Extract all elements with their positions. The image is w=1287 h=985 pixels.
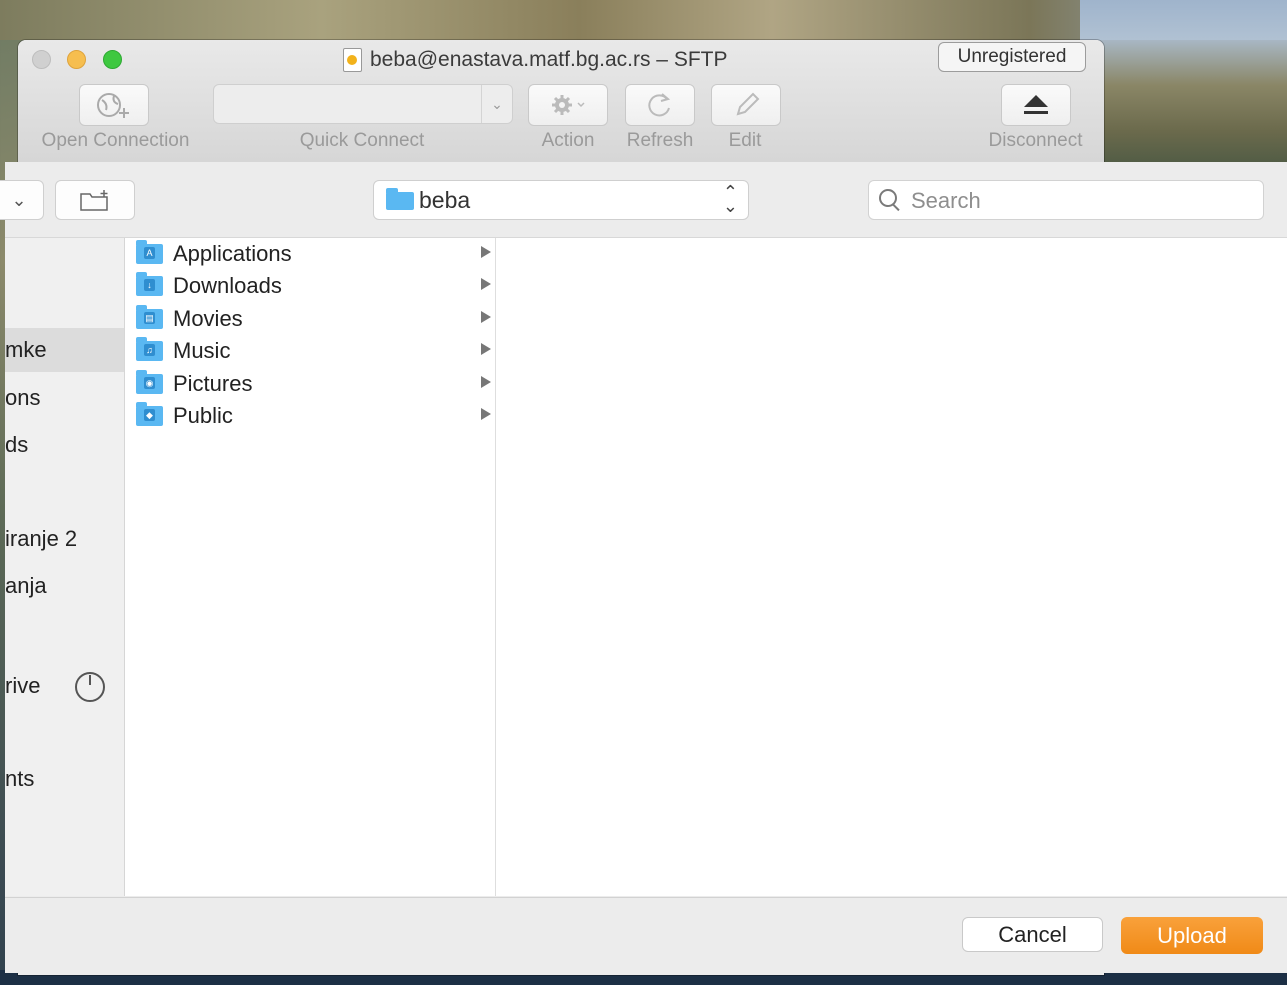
sidebar-item[interactable]: rive: [5, 664, 124, 708]
sidebar-item-label: mke: [5, 337, 47, 362]
disconnect-button[interactable]: [1001, 84, 1071, 126]
window-titlebar: beba@enastava.matf.bg.ac.rs – SFTP Unreg…: [18, 40, 1104, 163]
upload-button[interactable]: Upload: [1121, 917, 1263, 954]
unregistered-button[interactable]: Unregistered: [938, 42, 1086, 72]
folder-row-pictures[interactable]: ◉ Pictures: [125, 368, 495, 400]
folder-name: Public: [173, 403, 233, 428]
path-popup-button[interactable]: beba ⌃ ⌄: [373, 180, 749, 220]
applications-folder-icon: A: [136, 240, 163, 264]
search-field[interactable]: [868, 180, 1264, 220]
applications-glyph: A: [144, 247, 155, 259]
window-title-text: beba@enastava.matf.bg.ac.rs – SFTP: [370, 48, 728, 71]
globe-plus-icon: [97, 93, 129, 118]
sidebar: mke ons ds iranje 2 anja rive nts: [5, 238, 125, 896]
movies-glyph: ▤: [144, 312, 155, 324]
sidebar-item-label: nts: [5, 766, 35, 791]
document-icon: [343, 48, 362, 72]
up-down-chevron-icon: ⌃ ⌄: [722, 182, 738, 216]
disconnect-label: Disconnect: [988, 130, 1083, 151]
sidebar-item-label: iranje 2: [5, 526, 78, 551]
folder-name: Music: [173, 338, 231, 363]
folder-row-applications[interactable]: A Applications: [125, 238, 495, 270]
close-window-button[interactable]: [32, 50, 51, 69]
folder-name: Pictures: [173, 371, 253, 396]
open-connection-label: Open Connection: [41, 130, 190, 151]
sheet-footer: Cancel Upload: [5, 897, 1287, 973]
refresh-button[interactable]: [625, 84, 695, 126]
empty-preview-column: [496, 238, 1287, 896]
edit-label: Edit: [728, 130, 762, 151]
pictures-folder-icon: ◉: [136, 370, 163, 394]
new-folder-button[interactable]: [55, 180, 135, 220]
sidebar-item[interactable]: anja: [5, 564, 124, 608]
sidebar-item-label: anja: [5, 573, 47, 598]
disclosure-arrow-icon: [481, 278, 491, 290]
eject-icon: [1024, 95, 1048, 114]
sidebar-item[interactable]: mke: [5, 328, 124, 372]
music-folder-icon: ♫: [136, 337, 163, 361]
sidebar-item-label: rive: [5, 673, 41, 698]
folder-name: Applications: [173, 241, 292, 266]
sidebar-item[interactable]: ds: [5, 423, 124, 467]
cancel-button[interactable]: Cancel: [962, 917, 1103, 952]
public-folder-icon: ◆: [136, 402, 163, 426]
open-connection-button[interactable]: [79, 84, 149, 126]
desktop-background-hill: [1100, 40, 1287, 170]
new-folder-icon: [80, 190, 108, 211]
disclosure-arrow-icon: [481, 246, 491, 258]
downloads-folder-icon: ↓: [136, 272, 163, 296]
folder-name: Movies: [173, 306, 243, 331]
refresh-label: Refresh: [626, 130, 694, 151]
pictures-glyph: ◉: [144, 377, 155, 389]
file-browser-column: A Applications ↓ Downloads ▤ Movies ♫ Mu…: [125, 238, 496, 896]
window-title: beba@enastava.matf.bg.ac.rs – SFTP: [343, 46, 728, 74]
pencil-icon: [736, 92, 760, 116]
search-input[interactable]: [909, 187, 1253, 215]
downloads-glyph: ↓: [144, 279, 155, 291]
chevron-down-icon[interactable]: ⌄: [481, 85, 512, 123]
disclosure-arrow-icon: [481, 376, 491, 388]
disclosure-arrow-icon: [481, 343, 491, 355]
disclosure-arrow-icon: [481, 311, 491, 323]
search-icon: [879, 189, 897, 207]
music-glyph: ♫: [144, 344, 155, 356]
gear-icon: [552, 95, 585, 115]
folder-row-movies[interactable]: ▤ Movies: [125, 303, 495, 335]
sidebar-item-label: ons: [5, 385, 41, 410]
folder-row-public[interactable]: ◆ Public: [125, 400, 495, 432]
folder-row-downloads[interactable]: ↓ Downloads: [125, 270, 495, 302]
public-glyph: ◆: [144, 409, 155, 421]
edit-button[interactable]: [711, 84, 781, 126]
action-button[interactable]: [528, 84, 608, 126]
action-label: Action: [541, 130, 595, 151]
minimize-window-button[interactable]: [67, 50, 86, 69]
view-options-button[interactable]: ⌄: [0, 180, 44, 220]
quick-connect-label: Quick Connect: [299, 130, 425, 151]
zoom-window-button[interactable]: [103, 50, 122, 69]
movies-folder-icon: ▤: [136, 305, 163, 329]
disclosure-arrow-icon: [481, 408, 491, 420]
progress-ring-icon[interactable]: [75, 672, 105, 702]
upload-sheet: ⌄ beba ⌃⌄ mke ons ds iranje 2 anja rive …: [0, 162, 1287, 973]
path-label: beba: [419, 187, 471, 213]
folder-icon: [386, 188, 414, 210]
sidebar-item[interactable]: nts: [5, 757, 124, 801]
chevron-down-icon: ⌄: [11, 189, 27, 210]
sheet-toolbar: ⌄ beba ⌃ ⌄: [0, 162, 1287, 238]
sidebar-item[interactable]: ons: [5, 376, 124, 420]
sidebar-item-label: ds: [5, 432, 29, 457]
refresh-icon: [648, 93, 671, 117]
folder-row-music[interactable]: ♫ Music: [125, 335, 495, 367]
quick-connect-combobox[interactable]: ⌄: [213, 84, 513, 124]
sidebar-item[interactable]: iranje 2: [5, 517, 124, 561]
folder-name: Downloads: [173, 273, 282, 298]
